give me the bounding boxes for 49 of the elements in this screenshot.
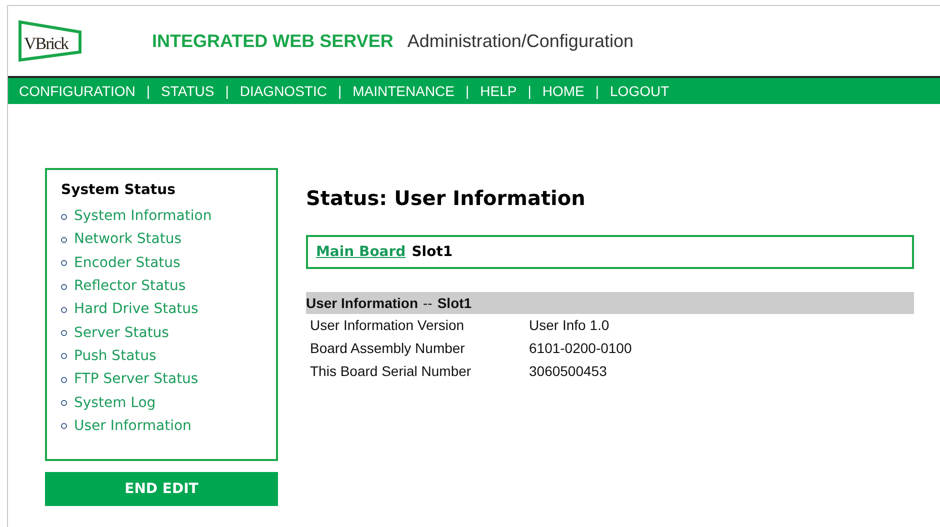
- field-label: Board Assembly Number: [310, 339, 466, 358]
- nav-separator: |: [146, 82, 150, 101]
- sidebar-link[interactable]: Network Status: [74, 229, 182, 250]
- field-value: User Info 1.0: [529, 316, 610, 335]
- bullet-icon: [61, 306, 67, 313]
- end-edit-button[interactable]: END EDIT: [45, 472, 278, 506]
- nav-separator: |: [528, 82, 532, 101]
- field-label: This Board Serial Number: [310, 362, 472, 381]
- bullet-icon: [61, 236, 67, 243]
- nav-link[interactable]: MAINTENANCE: [352, 80, 455, 102]
- nav-separator: |: [338, 82, 342, 101]
- nav-link[interactable]: HELP: [480, 80, 517, 102]
- app-subtitle: Administration/Configuration: [407, 30, 634, 53]
- bullet-icon: [61, 260, 67, 266]
- nav-link[interactable]: CONFIGURATION: [19, 80, 136, 102]
- nav-separator: |: [595, 82, 600, 101]
- nav-link[interactable]: DIAGNOSTIC: [240, 80, 327, 102]
- section-slot: Slot1: [437, 292, 472, 314]
- nav-link[interactable]: LOGOUT: [610, 80, 670, 102]
- nav-link[interactable]: STATUS: [161, 80, 214, 102]
- main-board-link[interactable]: Main Board: [316, 242, 406, 262]
- sidebar-link[interactable]: Push Status: [74, 346, 156, 367]
- app-title: INTEGRATED WEB SERVER: [152, 30, 394, 52]
- bullet-icon: [61, 353, 67, 360]
- field-label: User Information Version: [310, 316, 466, 335]
- bullet-icon: [61, 423, 67, 430]
- sidebar-link[interactable]: System Log: [74, 392, 156, 414]
- sidebar-link[interactable]: Encoder Status: [74, 252, 180, 274]
- bullet-icon: [61, 376, 67, 383]
- sidebar-link[interactable]: User Information: [74, 416, 192, 437]
- nav-separator: |: [225, 82, 229, 101]
- sidebar-title: System Status: [61, 181, 176, 200]
- page-title: Status: User Information: [306, 185, 586, 212]
- slot-label: Slot1: [412, 242, 453, 262]
- bullet-icon: [61, 214, 67, 220]
- nav-separator: |: [466, 82, 470, 101]
- sidebar-link[interactable]: Server Status: [74, 322, 169, 344]
- sidebar-link[interactable]: Hard Drive Status: [74, 299, 198, 320]
- field-value: 6101-0200-0100: [529, 339, 632, 358]
- section-title: User Information: [306, 294, 418, 312]
- sidebar-link[interactable]: FTP Server Status: [74, 369, 198, 390]
- bullet-icon: [61, 284, 67, 290]
- bullet-icon: [61, 400, 67, 406]
- sidebar-link[interactable]: System Information: [74, 206, 212, 228]
- bullet-icon: [61, 330, 67, 336]
- sidebar-link[interactable]: Reflector Status: [74, 276, 186, 298]
- nav-link[interactable]: HOME: [542, 80, 584, 102]
- section-separator: --: [423, 294, 432, 312]
- field-value: 3060500453: [529, 362, 607, 381]
